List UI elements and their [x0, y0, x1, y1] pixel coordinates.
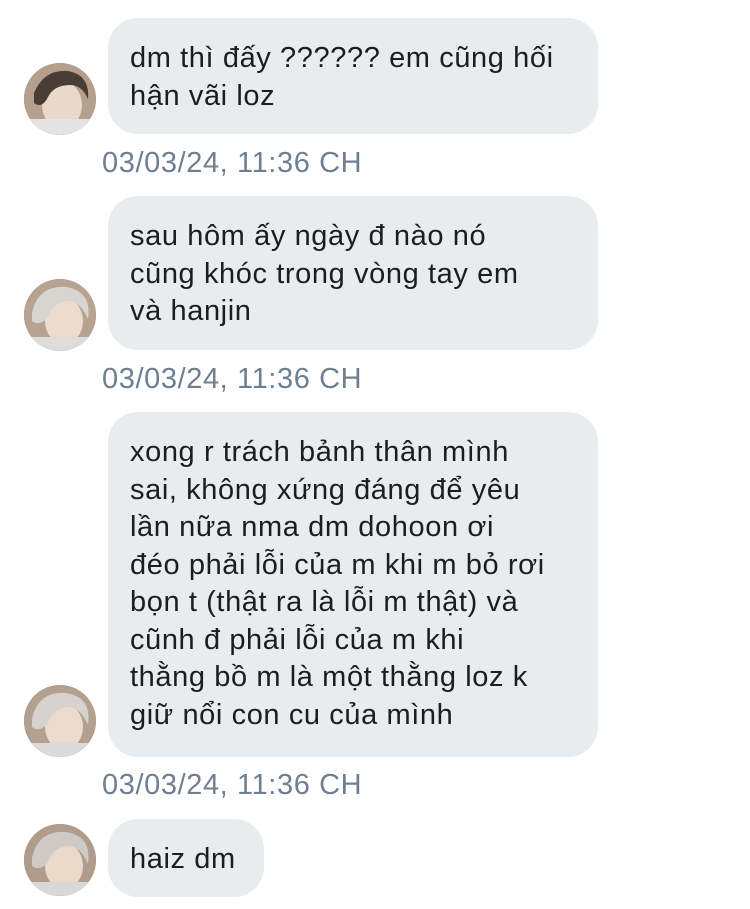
message-bubble[interactable]: haiz dm	[108, 819, 264, 897]
avatar-photo-icon	[24, 63, 96, 135]
avatar-photo-icon	[24, 685, 96, 757]
user-avatar[interactable]	[24, 824, 96, 896]
message-bubble[interactable]: xong r trách bảnh thân mình sai, không x…	[108, 412, 598, 757]
avatar-photo-icon	[24, 279, 96, 351]
message-timestamp: 03/03/24, 11:36 CH	[102, 363, 363, 395]
message-timestamp: 03/03/24, 11:36 CH	[102, 147, 363, 179]
message-bubble[interactable]: dm thì đấy ?????? em cũng hối hận vãi lo…	[108, 18, 598, 134]
user-avatar[interactable]	[24, 279, 96, 351]
user-avatar[interactable]	[24, 685, 96, 757]
message-timestamp: 03/03/24, 11:36 CH	[102, 769, 363, 801]
message-bubble[interactable]: sau hôm ấy ngày đ nào nó cũng khóc trong…	[108, 196, 598, 350]
avatar-photo-icon	[24, 824, 96, 896]
user-avatar[interactable]	[24, 63, 96, 135]
